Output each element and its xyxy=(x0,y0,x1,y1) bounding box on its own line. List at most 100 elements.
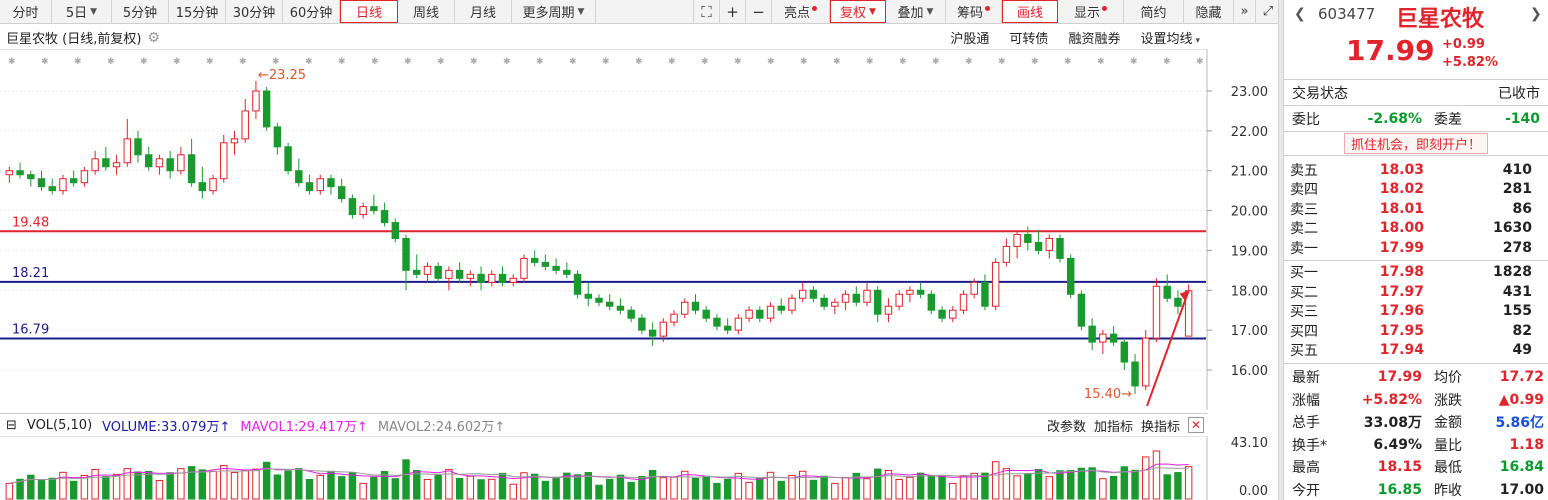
candle-body xyxy=(498,273,507,283)
volume-bar xyxy=(745,481,753,500)
collapse-icon[interactable]: ⊟ xyxy=(0,418,17,433)
sell-volume: 86 xyxy=(1512,200,1532,217)
fullscreen-button[interactable]: ⤢ xyxy=(1256,0,1280,23)
quote-row: 换手* 6.49% 量比 1.18 xyxy=(1284,434,1548,457)
close-icon[interactable]: ✕ xyxy=(1188,417,1204,433)
draw-line-button[interactable]: 画线 xyxy=(1002,0,1058,23)
quote-value: 6.49% xyxy=(1373,436,1422,453)
candle-body xyxy=(659,321,668,337)
buy-price: 17.98 xyxy=(1379,264,1424,281)
sell-row[interactable]: 卖三 18.01 86 xyxy=(1284,199,1548,219)
open-account-link[interactable]: 抓住机会，即刻开户！ xyxy=(1343,133,1488,154)
volume-bar xyxy=(509,483,517,500)
volume-bar xyxy=(595,484,603,500)
chevron-left-icon[interactable]: ❮ xyxy=(1294,6,1306,22)
link-margin-trading[interactable]: 融资融券 xyxy=(1068,28,1120,47)
period-daily[interactable]: 日线 xyxy=(340,0,398,23)
sell-row[interactable]: 卖二 18.00 1630 xyxy=(1284,219,1548,239)
volume-bar xyxy=(691,477,700,500)
period-60-min[interactable]: 60分钟 xyxy=(283,0,340,23)
link-set-ma[interactable]: 设置均线 ▾ xyxy=(1140,28,1200,47)
volume-bar xyxy=(1013,475,1021,500)
candle-body xyxy=(606,301,614,307)
highlights-button[interactable]: 亮点 xyxy=(772,0,830,23)
buy-row[interactable]: 买三 17.96 155 xyxy=(1284,302,1548,322)
edit-params-button[interactable]: 改参数 xyxy=(1047,416,1086,435)
link-convertible-bond[interactable]: 可转债 xyxy=(1009,28,1048,47)
volume-bar xyxy=(305,479,314,500)
period-more-label: 更多周期 xyxy=(522,6,575,21)
buy-row[interactable]: 买二 17.97 431 xyxy=(1284,282,1548,302)
event-marker: ✱ xyxy=(140,57,148,67)
expand-right-button[interactable]: » xyxy=(1234,0,1256,23)
period-intraday[interactable]: 分时 xyxy=(0,0,52,23)
sell-row[interactable]: 卖五 18.03 410 xyxy=(1284,160,1548,180)
volume-bar xyxy=(756,477,764,500)
chips-button[interactable]: 筹码 xyxy=(946,0,1002,23)
period-weekly[interactable]: 周线 xyxy=(398,0,455,23)
lock-button[interactable]: ⛶ xyxy=(694,0,720,23)
event-marker: ✱ xyxy=(107,57,115,67)
buy-row[interactable]: 买五 17.94 49 xyxy=(1284,341,1548,361)
candle-body xyxy=(927,293,936,311)
event-marker: ✱ xyxy=(404,57,412,67)
period-5-min[interactable]: 5分钟 xyxy=(112,0,169,23)
volume-bar xyxy=(359,482,367,500)
volume-bar xyxy=(112,473,121,500)
sell-volume: 278 xyxy=(1502,239,1532,256)
volume-bar xyxy=(337,476,346,500)
period-more[interactable]: 更多周期 ▼ xyxy=(512,0,596,23)
period-15-min[interactable]: 15分钟 xyxy=(169,0,226,23)
volume-bar xyxy=(1131,469,1139,500)
period-5-day[interactable]: 5日 ▼ xyxy=(52,0,112,23)
support-line-label: 18.21 xyxy=(12,266,49,281)
volume-bar xyxy=(927,476,936,500)
hide-button[interactable]: 隐藏 xyxy=(1184,0,1234,23)
candle-body xyxy=(820,297,828,307)
candle-body xyxy=(155,158,164,168)
vol-indicator-name: VOL(5,10) xyxy=(26,417,93,433)
event-marker: ✱ xyxy=(41,57,49,67)
candle-body xyxy=(713,317,721,327)
candle-body xyxy=(616,305,625,311)
event-marker: ✱ xyxy=(668,57,676,67)
volume-bar xyxy=(616,474,625,500)
chevron-right-icon[interactable]: ❯ xyxy=(1530,6,1542,22)
overlay-button[interactable]: 叠加 ▼ xyxy=(886,0,946,23)
zoom-out-button[interactable]: − xyxy=(746,0,772,23)
event-marker: ✱ xyxy=(338,57,346,67)
volume-bar xyxy=(1002,468,1011,500)
volume-bar xyxy=(27,474,35,500)
sell-row[interactable]: 卖四 18.02 281 xyxy=(1284,180,1548,200)
quote-label: 最低 xyxy=(1434,460,1462,477)
period-30-min[interactable]: 30分钟 xyxy=(226,0,283,23)
display-button[interactable]: 显示 xyxy=(1058,0,1124,23)
volume-bar xyxy=(48,477,56,500)
candlestick-chart[interactable]: ✱ ✱ ✱ ✱ ✱ ✱ ✱ ✱ ✱ ✱ ✱ ✱ ✱ ✱ ✱ ✱ ✱ ✱ ✱ ✱ ✱ ✱ ✱ ✱ ✱ ✱ ✱ ✱ ✱ ✱ ✱ ✱ ✱ ✱ ✱ ✱ ✱ 19… xyxy=(0,50,1278,410)
candle-body xyxy=(1152,285,1161,339)
buy-volume: 82 xyxy=(1512,322,1532,339)
period-monthly[interactable]: 月线 xyxy=(455,0,512,23)
sell-volume: 1630 xyxy=(1493,220,1532,237)
volume-bar xyxy=(874,468,882,500)
adjust-button[interactable]: 复权 ▼ xyxy=(830,0,886,23)
link-hk-connect[interactable]: 沪股通 xyxy=(950,28,989,47)
volume-chart[interactable]: 43.10 0.00 xyxy=(0,437,1278,500)
volume-bar xyxy=(69,480,78,500)
quote-value: 16.84 xyxy=(1499,459,1544,476)
sell-row[interactable]: 卖一 17.99 278 xyxy=(1284,238,1548,258)
switch-indicator-button[interactable]: 换指标 xyxy=(1141,416,1180,435)
quote-value: 16.85 xyxy=(1377,481,1422,498)
add-indicator-button[interactable]: 加指标 xyxy=(1094,416,1133,435)
volume-bar xyxy=(1109,475,1118,500)
simple-button[interactable]: 简约 xyxy=(1124,0,1184,23)
gear-icon[interactable]: ⚙ xyxy=(147,30,160,46)
buy-row[interactable]: 买一 17.98 1828 xyxy=(1284,263,1548,283)
volume-bar xyxy=(766,471,775,500)
buy-row[interactable]: 买四 17.95 82 xyxy=(1284,321,1548,341)
candle-body xyxy=(1174,297,1182,307)
candle-body xyxy=(949,309,957,319)
y-tick-label: 16.00 xyxy=(1231,364,1268,379)
zoom-in-button[interactable]: + xyxy=(720,0,746,23)
candle-body xyxy=(380,210,389,224)
